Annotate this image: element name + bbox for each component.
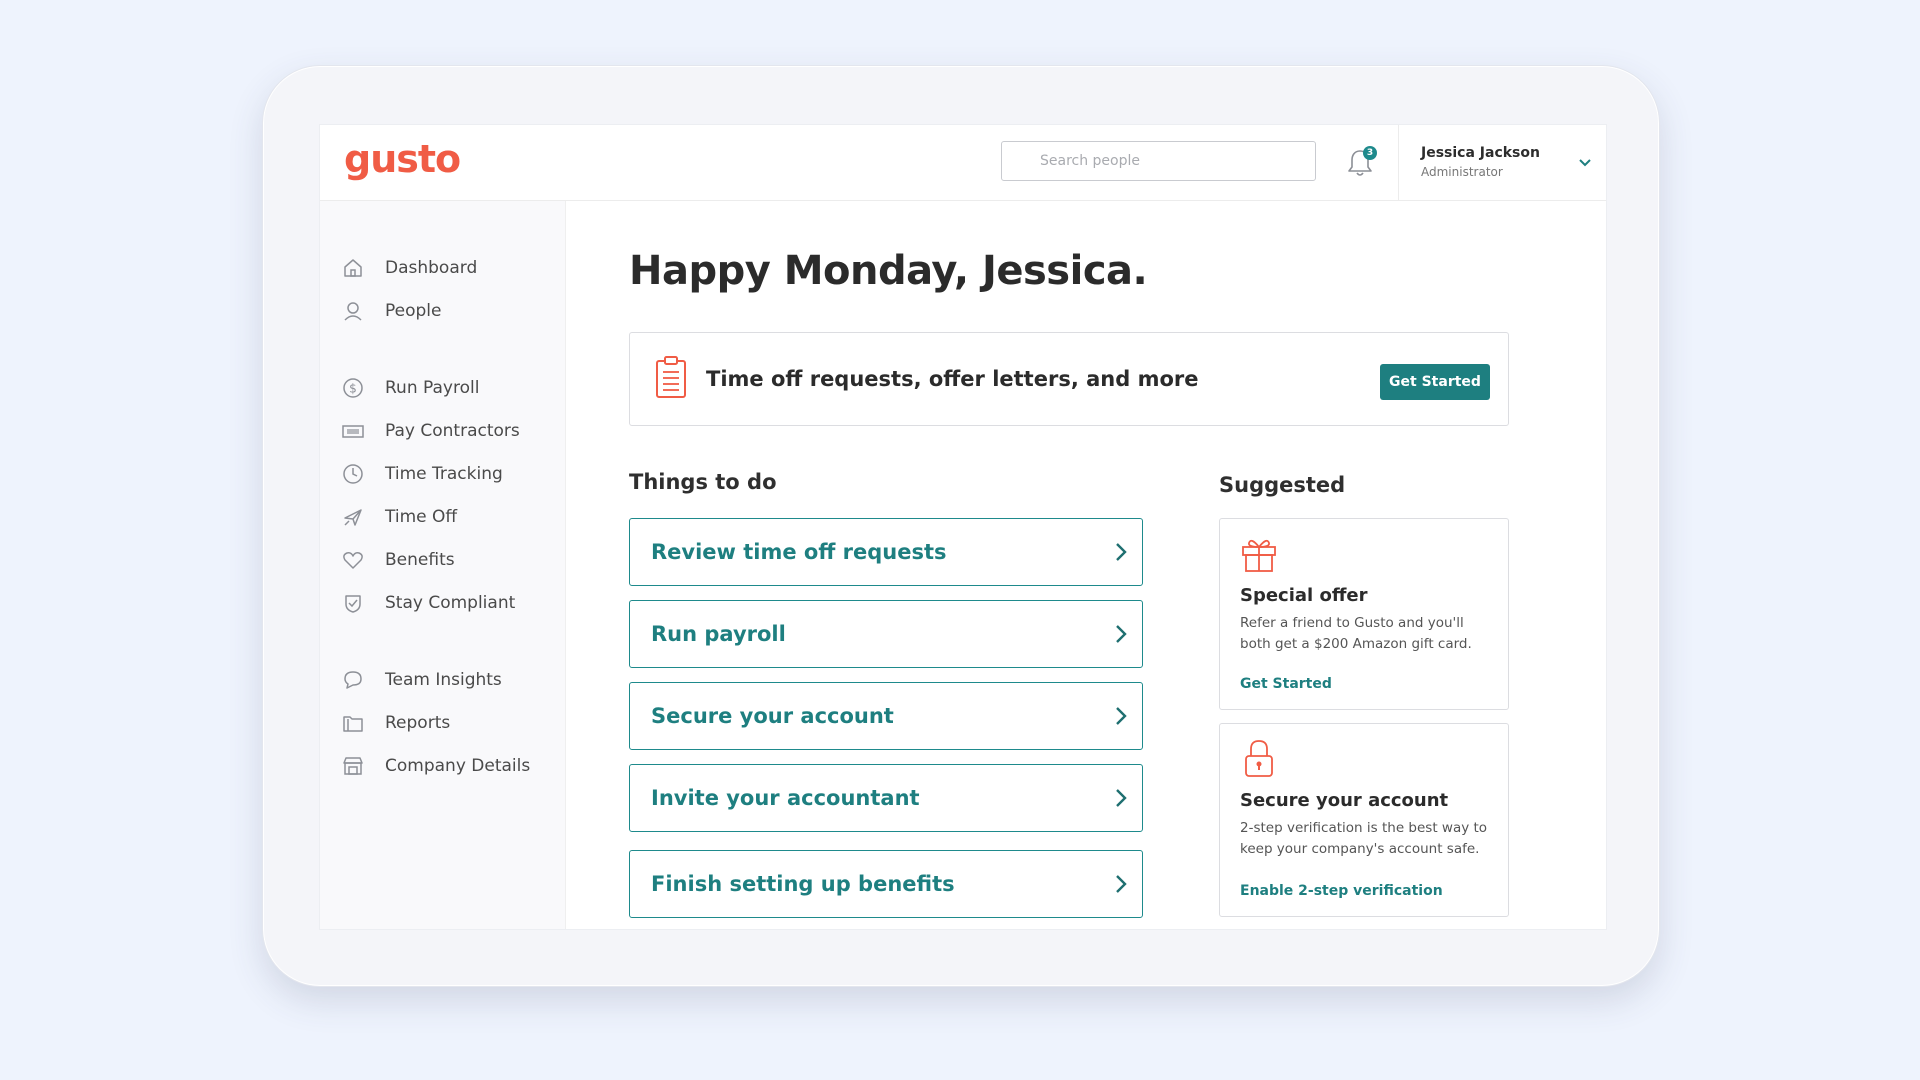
sidebar-item-reports[interactable]: Reports [342, 708, 552, 738]
search-input[interactable] [1001, 141, 1316, 181]
shield-check-icon [345, 595, 361, 613]
user-menu[interactable]: Jessica Jackson Administrator [1398, 125, 1606, 201]
chevron-right-icon [1116, 707, 1127, 725]
person-icon [344, 302, 362, 321]
app-window: gusto 3 Jessica Jackson Administrator Da… [319, 124, 1607, 930]
sidebar-item-label: Reports [385, 713, 451, 733]
todo-label: Secure your account [651, 704, 894, 728]
sidebar-item-dashboard[interactable]: Dashboard [342, 253, 552, 283]
sidebar-item-label: Run Payroll [385, 378, 480, 398]
chat-bubble-icon [344, 671, 362, 689]
todo-invite-accountant[interactable]: Invite your accountant [629, 764, 1143, 832]
chevron-right-icon [1116, 875, 1127, 893]
chevron-down-icon[interactable] [1577, 155, 1593, 171]
special-offer-card: Special offer Refer a friend to Gusto an… [1219, 518, 1509, 710]
gift-icon [1242, 539, 1276, 572]
sidebar-item-label: Benefits [385, 550, 455, 570]
get-started-button[interactable]: Get Started [1380, 364, 1490, 400]
card-title: Special offer [1240, 585, 1368, 606]
page-title: Happy Monday, Jessica. [629, 248, 1148, 294]
sidebar-item-label: Stay Compliant [385, 593, 516, 613]
todo-review-time-off[interactable]: Review time off requests [629, 518, 1143, 586]
storefront-icon [343, 757, 363, 775]
top-bar: gusto 3 Jessica Jackson Administrator [320, 125, 1606, 201]
sidebar-item-company-details[interactable]: Company Details [342, 751, 552, 781]
secure-account-card: Secure your account 2-step verification … [1219, 723, 1509, 917]
things-to-do-heading: Things to do [629, 470, 777, 494]
cash-icon [342, 425, 364, 438]
clock-icon [343, 464, 363, 484]
todo-label: Run payroll [651, 622, 786, 646]
sidebar-item-time-off[interactable]: Time Off [342, 502, 552, 532]
sidebar-item-label: Pay Contractors [385, 421, 520, 441]
user-name: Jessica Jackson [1421, 145, 1540, 161]
chevron-right-icon [1116, 789, 1127, 807]
enable-2-step-verification-link[interactable]: Enable 2-step verification [1240, 883, 1443, 899]
special-offer-get-started-link[interactable]: Get Started [1240, 676, 1332, 692]
sidebar-item-benefits[interactable]: Benefits [342, 545, 552, 575]
clipboard-icon [656, 356, 686, 398]
sidebar: Dashboard People $ Run Payroll Pay Contr… [320, 201, 566, 929]
todo-run-payroll[interactable]: Run payroll [629, 600, 1143, 668]
promo-text: Time off requests, offer letters, and mo… [706, 367, 1199, 391]
home-icon [344, 259, 362, 277]
sidebar-item-team-insights[interactable]: Team Insights [342, 665, 552, 695]
sidebar-item-label: People [385, 301, 442, 321]
airplane-icon [344, 509, 362, 526]
user-role: Administrator [1421, 165, 1503, 179]
sidebar-item-run-payroll[interactable]: $ Run Payroll [342, 373, 552, 403]
chevron-right-icon [1116, 543, 1127, 561]
sidebar-item-label: Time Off [385, 507, 458, 527]
todo-secure-account[interactable]: Secure your account [629, 682, 1143, 750]
sidebar-item-stay-compliant[interactable]: Stay Compliant [342, 588, 552, 618]
chevron-right-icon [1116, 625, 1127, 643]
card-body: Refer a friend to Gusto and you'll both … [1240, 615, 1472, 652]
todo-label: Finish setting up benefits [651, 872, 955, 896]
card-title: Secure your account [1240, 790, 1449, 811]
sidebar-item-label: Time Tracking [385, 464, 503, 484]
todo-finish-benefits[interactable]: Finish setting up benefits [629, 850, 1143, 918]
notification-badge: 3 [1363, 146, 1377, 160]
sidebar-item-label: Dashboard [385, 258, 478, 278]
sidebar-item-pay-contractors[interactable]: Pay Contractors [342, 416, 552, 446]
promo-banner: Time off requests, offer letters, and mo… [629, 332, 1509, 426]
card-body: 2-step verification is the best way to k… [1240, 820, 1488, 857]
todo-label: Review time off requests [651, 540, 947, 564]
suggested-heading: Suggested [1219, 473, 1346, 497]
folder-icon [343, 716, 363, 732]
sidebar-item-time-tracking[interactable]: Time Tracking [342, 459, 552, 489]
todo-label: Invite your accountant [651, 786, 920, 810]
sidebar-item-label: Team Insights [385, 670, 502, 690]
heart-icon [343, 552, 363, 569]
svg-text:$: $ [349, 382, 357, 396]
lock-icon [1245, 740, 1273, 777]
gusto-logo[interactable]: gusto [344, 137, 461, 181]
dollar-coin-icon: $ [343, 378, 363, 398]
sidebar-item-people[interactable]: People [342, 296, 552, 326]
sidebar-item-label: Company Details [385, 756, 531, 776]
